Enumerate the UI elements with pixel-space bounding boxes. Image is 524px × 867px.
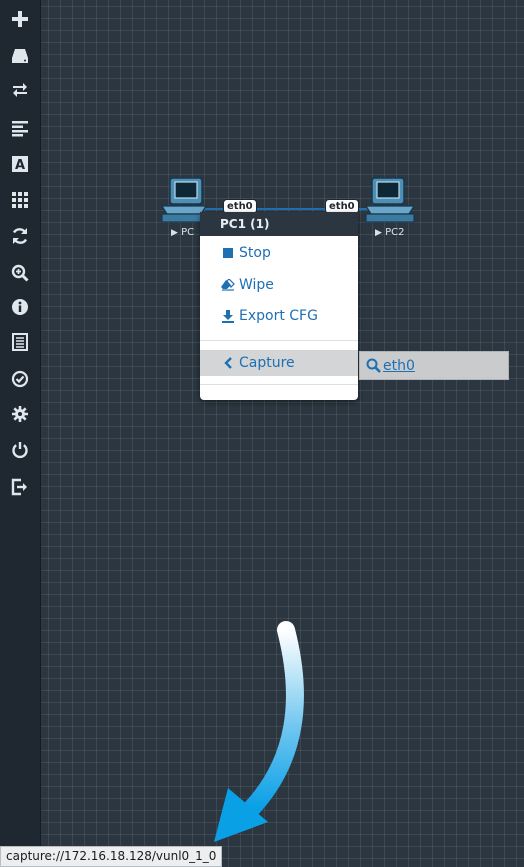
close-lab-button[interactable] [0,433,40,467]
zoom-button[interactable] [0,256,40,290]
settings-icon [12,406,28,422]
grid-icon [12,192,28,208]
search-icon [366,358,381,373]
stop-label: Stop [239,245,271,261]
plus-icon [12,11,28,27]
startup-configs-button[interactable] [0,111,40,145]
nodes-button[interactable] [0,38,40,72]
eraser-icon [221,279,235,291]
logout-icon [11,478,27,496]
node-context-menu: PC1 (1) Stop Wipe Export CFG Capture [200,212,358,400]
text-font-icon: A [12,156,28,173]
export-cfg-label: Export CFG [239,308,318,324]
annotation-arrow [214,621,304,842]
pc-icon [364,177,416,223]
stop-icon [223,248,233,258]
align-left-icon [12,121,28,137]
stop-menu-item[interactable]: Stop [200,240,358,266]
textobjects-button[interactable] [0,183,40,217]
exchange-icon [13,83,27,97]
node-pc2-label: ▶ PC2 [375,227,405,238]
networks-button[interactable] [0,73,40,107]
sidebar: A [0,0,41,867]
list-icon [12,333,28,351]
refresh-button[interactable] [0,219,40,253]
wipe-label: Wipe [239,277,274,293]
zoom-in-icon [11,264,29,282]
pictures-button[interactable]: A [0,147,40,181]
chevron-left-icon [224,357,232,369]
capture-interface-label: eth0 [383,357,415,374]
menu-divider [200,384,358,385]
status-bar-url: capture://172.16.18.128/vunl0_1_0 [0,846,223,867]
power-icon [12,442,28,459]
menu-divider [200,340,358,341]
context-menu-title: PC1 (1) [200,212,358,236]
node-pc1-label: ▶ PC [171,227,195,238]
download-icon [222,309,234,323]
wipe-menu-item[interactable]: Wipe [200,272,358,298]
settings-button[interactable] [0,397,40,431]
info-icon [12,299,28,315]
svg-text:A: A [15,158,25,173]
export-cfg-menu-item[interactable]: Export CFG [200,303,358,329]
lab-details-button[interactable] [0,325,40,359]
capture-menu-item[interactable]: Capture [200,350,358,376]
drive-icon [12,49,28,63]
logout-button[interactable] [0,470,40,504]
node-pc2[interactable] [364,176,416,226]
refresh-icon [12,228,28,244]
check-circle-icon [11,370,29,388]
status-button[interactable] [0,290,40,324]
checks-button[interactable] [0,362,40,396]
capture-label: Capture [239,355,295,371]
capture-interface-eth0[interactable]: eth0 [359,351,509,380]
add-object-button[interactable] [0,2,40,36]
